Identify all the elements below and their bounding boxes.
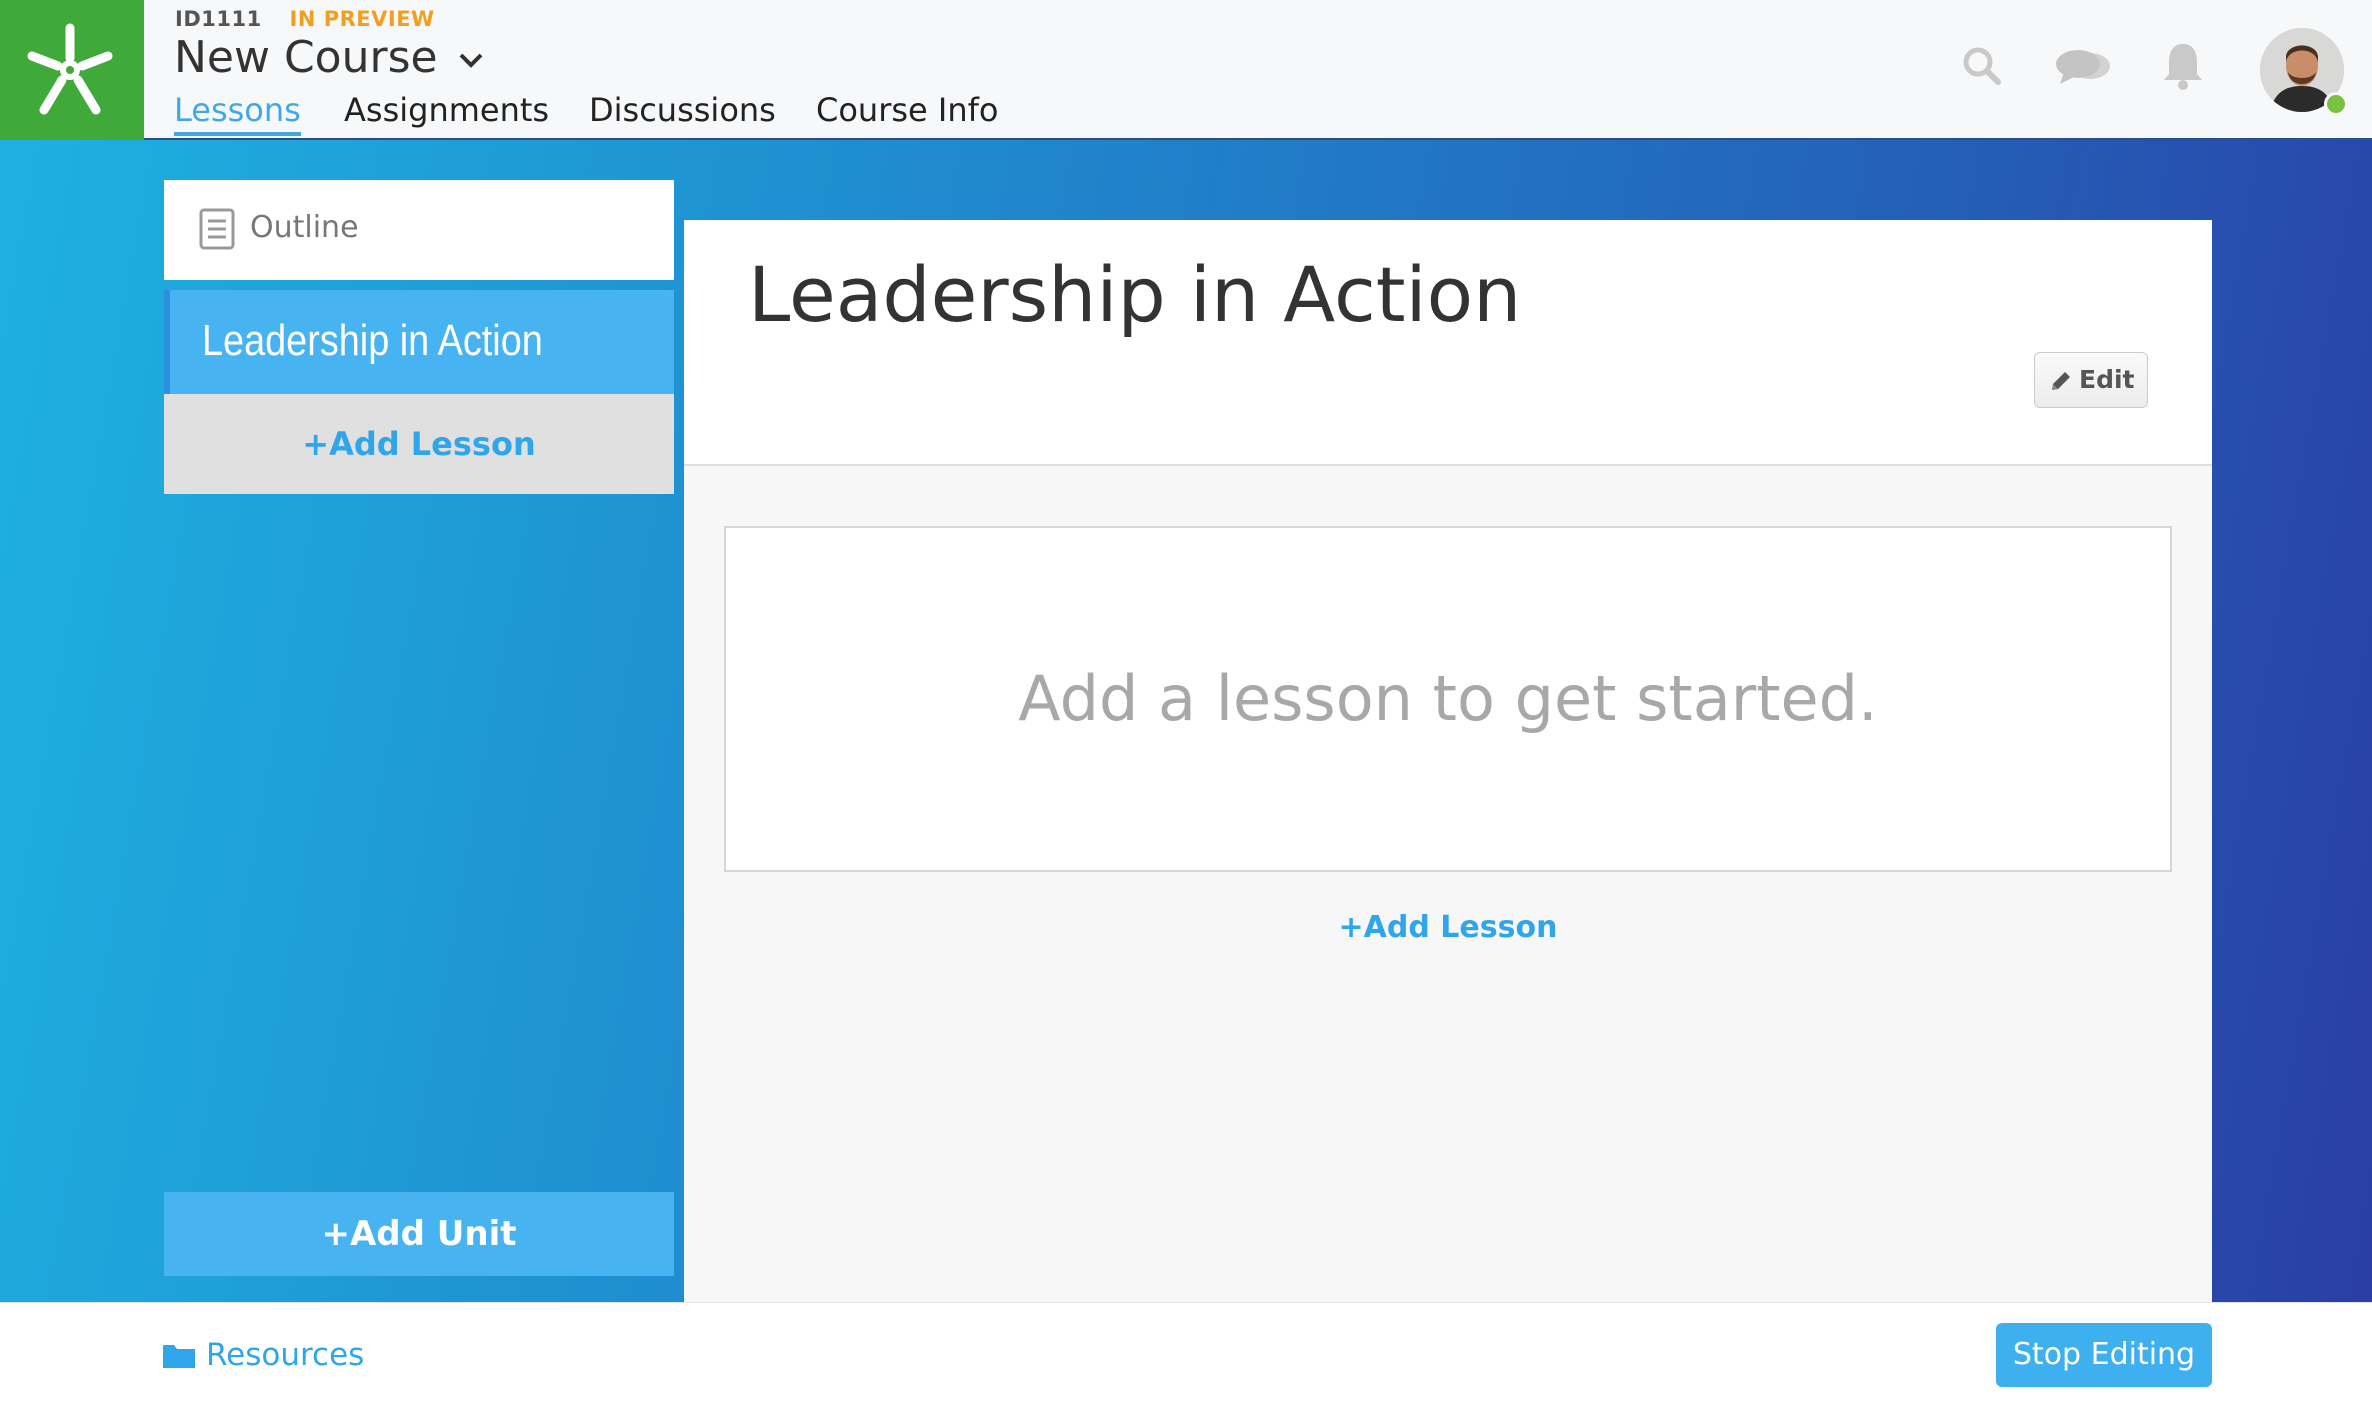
- pencil-icon: [2052, 372, 2070, 390]
- tab-discussions[interactable]: Discussions: [589, 90, 776, 136]
- online-status-indicator: [2324, 92, 2348, 116]
- stop-editing-button[interactable]: Stop Editing: [1996, 1323, 2212, 1387]
- chat-icon[interactable]: [2054, 46, 2114, 90]
- course-title-dropdown[interactable]: New Course: [174, 32, 484, 83]
- unit-title: Leadership in Action: [748, 250, 1522, 339]
- unit-header: Leadership in Action Edit: [684, 220, 2212, 466]
- top-bar: ID1111 IN PREVIEW New Course Lessons Ass…: [0, 0, 2372, 140]
- add-unit-button[interactable]: +Add Unit: [164, 1192, 674, 1276]
- outline-button[interactable]: Outline: [164, 180, 674, 280]
- course-id: ID1111: [175, 7, 262, 31]
- unit-item-label: Leadership in Action: [202, 316, 543, 365]
- empty-message: Add a lesson to get started.: [1018, 662, 1878, 735]
- main-add-lesson-link: +Add Lesson: [684, 910, 2212, 945]
- footer-bar: Resources Stop Editing: [0, 1302, 2372, 1409]
- tab-course-info[interactable]: Course Info: [816, 90, 998, 136]
- sidebar-add-lesson-button[interactable]: +Add Lesson: [164, 394, 674, 494]
- search-icon[interactable]: [1960, 44, 2004, 88]
- empty-lessons-placeholder: Add a lesson to get started.: [724, 526, 2172, 872]
- document-icon: [199, 208, 235, 250]
- edit-button[interactable]: Edit: [2034, 352, 2148, 408]
- course-meta: ID1111 IN PREVIEW: [175, 7, 435, 31]
- sidebar-unit-item[interactable]: Leadership in Action: [164, 290, 674, 394]
- edit-label: Edit: [2079, 365, 2135, 394]
- unit-panel: Leadership in Action Edit Add a lesson t…: [684, 220, 2212, 1302]
- tab-assignments[interactable]: Assignments: [344, 90, 549, 136]
- app-logo[interactable]: [0, 0, 144, 140]
- chevron-down-icon: [459, 53, 482, 68]
- main-add-lesson-label[interactable]: +Add Lesson: [1339, 910, 1558, 945]
- bell-icon[interactable]: [2160, 40, 2206, 92]
- tab-lessons[interactable]: Lessons: [174, 90, 301, 136]
- logo-star-icon: [27, 23, 113, 115]
- preview-status-badge: IN PREVIEW: [289, 7, 435, 31]
- course-title: New Course: [174, 32, 438, 83]
- folder-icon: [163, 1345, 195, 1368]
- resources-link[interactable]: Resources: [162, 1337, 364, 1373]
- outline-label: Outline: [250, 210, 359, 245]
- resources-label: Resources: [206, 1337, 365, 1373]
